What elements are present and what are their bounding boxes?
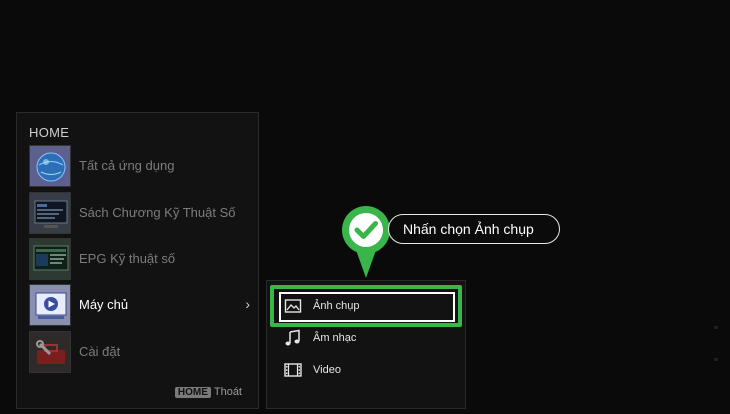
home-item-label: EPG Kỹ thuật số: [79, 251, 176, 266]
home-menu-panel: HOME Tất cả ứng dụng Sách Chương Kỹ Thuậ…: [16, 112, 259, 409]
home-item-label: Máy chủ: [79, 297, 129, 312]
check-pin-icon: [340, 204, 392, 280]
home-exit-hint[interactable]: HOME Thoát: [174, 386, 242, 398]
home-item-label: Sách Chương Kỹ Thuật Số: [79, 205, 236, 220]
epg-icon: [29, 238, 71, 280]
edge-mark: [714, 326, 718, 329]
home-item-all-apps[interactable]: Tất cả ứng dụng: [29, 145, 254, 189]
submenu-item-label: Âm nhạc: [313, 332, 357, 344]
home-item-label: Tất cả ứng dụng: [79, 158, 175, 173]
home-item-epg[interactable]: EPG Kỹ thuật số: [29, 238, 254, 282]
settings-toolbox-icon: [29, 331, 71, 373]
submenu-item-video[interactable]: Video: [281, 358, 453, 384]
instruction-callout: Nhấn chọn Ảnh chụp: [388, 214, 560, 244]
home-key-badge: HOME: [174, 387, 211, 398]
instruction-text: Nhấn chọn Ảnh chụp: [403, 221, 534, 237]
home-title: HOME: [29, 125, 70, 140]
chevron-right-icon: ›: [245, 296, 250, 312]
exit-label: Thoát: [213, 386, 242, 398]
music-note-icon: [284, 329, 302, 347]
home-item-channel-guide[interactable]: Sách Chương Kỹ Thuật Số: [29, 192, 254, 236]
submenu-item-label: Video: [313, 364, 341, 376]
film-strip-icon: [284, 361, 302, 379]
selection-highlight: [270, 285, 462, 327]
edge-mark: [714, 358, 718, 361]
home-item-label: Cài đặt: [79, 344, 121, 359]
submenu-item-music[interactable]: Âm nhạc: [281, 326, 453, 352]
tv-guide-icon: [29, 192, 71, 234]
media-server-icon: [29, 284, 71, 326]
home-item-media-server[interactable]: Máy chủ ›: [29, 284, 254, 328]
globe-icon: [29, 145, 71, 187]
home-item-settings[interactable]: Cài đặt: [29, 331, 254, 375]
